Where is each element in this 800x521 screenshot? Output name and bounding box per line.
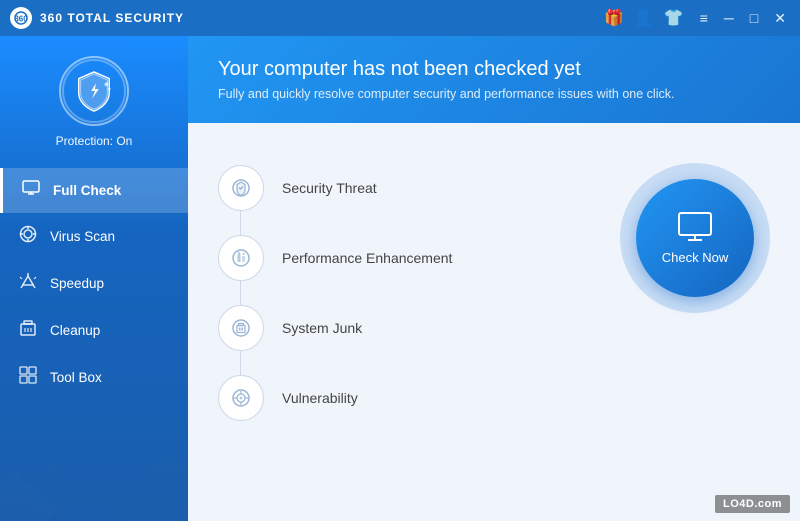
toolbox-label: Tool Box <box>50 370 102 385</box>
content-header: Your computer has not been checked yet F… <box>188 36 800 123</box>
protection-status: Protection: On <box>56 134 133 148</box>
check-now-area: Check Now <box>620 153 770 313</box>
content-area: Your computer has not been checked yet F… <box>188 36 800 521</box>
sidebar-decoration <box>0 441 188 521</box>
performance-label: Performance Enhancement <box>282 250 452 266</box>
svg-text:360: 360 <box>14 15 28 24</box>
sidebar: Protection: On Full Check <box>0 36 188 521</box>
sidebar-item-full-check[interactable]: Full Check <box>0 168 188 213</box>
sidebar-item-cleanup[interactable]: Cleanup <box>0 307 188 354</box>
feature-vulnerability: Vulnerability <box>218 363 590 433</box>
maximize-button[interactable]: □ <box>746 10 762 26</box>
virus-scan-icon <box>18 225 38 248</box>
performance-icon <box>218 235 264 281</box>
virus-scan-label: Virus Scan <box>50 229 115 244</box>
shirt-icon[interactable]: 👕 <box>664 8 684 28</box>
header-title: Your computer has not been checked yet <box>218 58 770 81</box>
security-threat-label: Security Threat <box>282 180 377 196</box>
watermark: LO4D.com <box>715 495 790 513</box>
full-check-label: Full Check <box>53 183 121 198</box>
sidebar-item-toolbox[interactable]: Tool Box <box>0 354 188 401</box>
content-body: Security Threat Performance Enhancement <box>188 123 800 521</box>
check-now-label: Check Now <box>662 250 728 265</box>
feature-list: Security Threat Performance Enhancement <box>218 153 590 433</box>
cleanup-label: Cleanup <box>50 323 100 338</box>
window-controls: ≡ ─ □ ✕ <box>696 10 790 27</box>
app-logo: 360 <box>10 7 32 29</box>
feature-security-threat: Security Threat <box>218 153 590 223</box>
sidebar-item-virus-scan[interactable]: Virus Scan <box>0 213 188 260</box>
shield-ring <box>59 56 129 126</box>
check-now-button[interactable]: Check Now <box>636 179 754 297</box>
gift-icon[interactable]: 🎁 <box>604 8 624 28</box>
shield-icon <box>73 70 115 112</box>
security-threat-icon <box>218 165 264 211</box>
protection-area: Protection: On <box>0 36 188 163</box>
titlebar: 360 360 TOTAL SECURITY 🎁 👤 👕 ≡ ─ □ ✕ <box>0 0 800 36</box>
system-junk-icon <box>218 305 264 351</box>
shield-container <box>59 56 129 126</box>
vulnerability-label: Vulnerability <box>282 390 358 406</box>
app-title: 360 TOTAL SECURITY <box>40 11 184 25</box>
cleanup-icon <box>18 319 38 342</box>
title-icons: 🎁 👤 👕 <box>604 8 684 28</box>
speedup-icon <box>18 272 38 295</box>
vulnerability-icon <box>218 375 264 421</box>
feature-system-junk: System Junk <box>218 293 590 363</box>
minimize-button[interactable]: ─ <box>720 10 738 26</box>
user-icon[interactable]: 👤 <box>634 8 654 28</box>
close-button[interactable]: ✕ <box>770 10 790 27</box>
speedup-label: Speedup <box>50 276 104 291</box>
full-check-icon <box>21 180 41 201</box>
main-layout: Protection: On Full Check <box>0 36 800 521</box>
monitor-icon <box>677 212 713 244</box>
nav-items: Full Check Virus Scan <box>0 163 188 401</box>
logo-area: 360 360 TOTAL SECURITY <box>10 7 604 29</box>
menu-button[interactable]: ≡ <box>696 10 712 26</box>
feature-performance: Performance Enhancement <box>218 223 590 293</box>
toolbox-icon <box>18 366 38 389</box>
system-junk-label: System Junk <box>282 320 362 336</box>
check-now-outer-ring: Check Now <box>620 163 770 313</box>
sidebar-item-speedup[interactable]: Speedup <box>0 260 188 307</box>
header-subtitle: Fully and quickly resolve computer secur… <box>218 87 770 101</box>
